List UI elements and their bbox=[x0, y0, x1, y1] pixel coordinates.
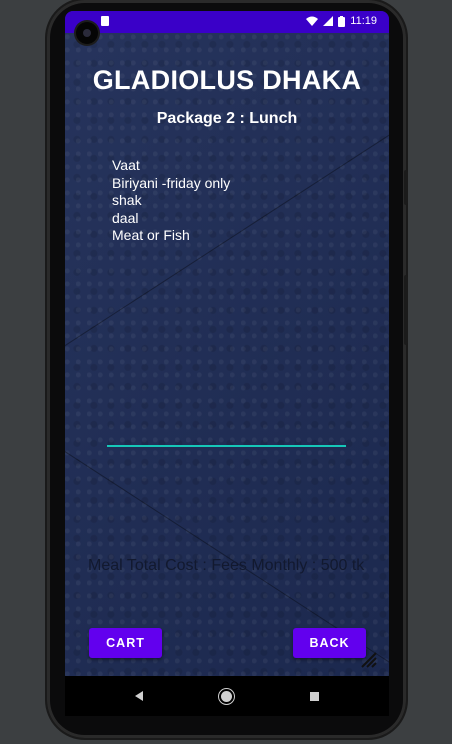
power-button bbox=[404, 275, 408, 345]
nav-home-icon[interactable] bbox=[221, 690, 232, 702]
status-time: 11:19 bbox=[350, 15, 377, 27]
menu-list: Vaat Biriyani -friday only shak daal Mea… bbox=[112, 157, 230, 245]
sd-card-icon bbox=[101, 16, 109, 26]
input-field[interactable] bbox=[107, 445, 346, 447]
app-screen: 11:19 GLADIOLUS DHAKA Package 2 : Lunch … bbox=[65, 11, 389, 676]
back-button[interactable]: BACK bbox=[293, 628, 366, 658]
signal-icon bbox=[323, 16, 334, 26]
cart-button[interactable]: CART bbox=[89, 628, 162, 658]
menu-item: Biriyani -friday only bbox=[112, 174, 231, 191]
menu-item: Vaat bbox=[112, 157, 140, 173]
nav-recents-icon[interactable] bbox=[310, 691, 319, 701]
navigation-bar bbox=[65, 676, 389, 716]
resize-handle-icon bbox=[361, 652, 377, 668]
front-camera bbox=[76, 22, 98, 44]
volume-button bbox=[404, 170, 408, 205]
app-title: GLADIOLUS DHAKA bbox=[92, 65, 362, 95]
package-title: Package 2 : Lunch bbox=[156, 110, 298, 127]
status-bar: 11:19 bbox=[65, 11, 389, 33]
status-icons: 11:19 bbox=[306, 15, 377, 27]
battery-icon bbox=[338, 15, 346, 27]
nav-back-icon[interactable] bbox=[135, 691, 143, 701]
menu-item: daal bbox=[112, 209, 139, 226]
menu-item: Meat or Fish bbox=[112, 227, 190, 243]
menu-item: shak bbox=[112, 192, 142, 208]
background-pattern bbox=[65, 33, 389, 676]
meal-cost-text: Meal Total Cost : Fees Monthly : 500 tk bbox=[88, 557, 365, 574]
wifi-icon bbox=[306, 16, 319, 26]
